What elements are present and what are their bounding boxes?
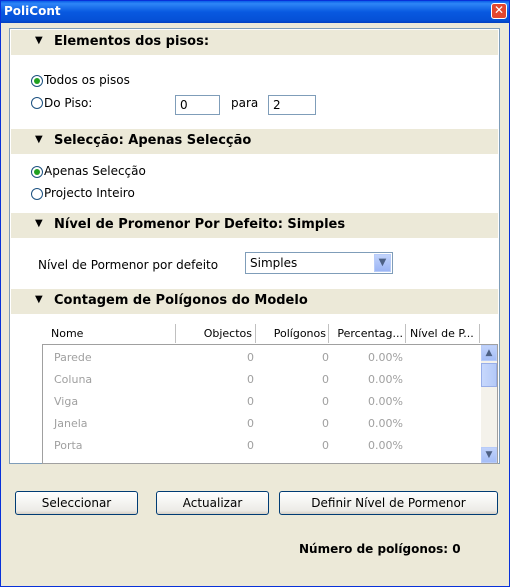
table-row[interactable]: Janela 0 0 0.00% <box>43 413 483 435</box>
whole-project-label: Projecto Inteiro <box>44 186 135 200</box>
column-header-name[interactable]: Nome <box>42 324 176 343</box>
radio-from-floor[interactable] <box>31 97 43 109</box>
cell-polygons: 0 <box>322 351 329 364</box>
cell-objects: 0 <box>247 439 254 452</box>
section-title-selection: Selecção: Apenas Selecção <box>54 133 252 148</box>
table-row[interactable]: Coluna 0 0 0.00% <box>43 369 483 391</box>
cell-objects: 0 <box>247 351 254 364</box>
column-header-polygons[interactable]: Polígonos <box>256 324 329 343</box>
policont-window: PoliCont ✕ ▼ Elementos dos pisos: Todos … <box>0 0 510 587</box>
polygon-count-list[interactable]: Parede 0 0 0.00% Coluna 0 0 0.00% Viga 0… <box>42 344 498 464</box>
table-row[interactable]: Porta 0 0 0.00% <box>43 435 483 457</box>
cell-name: Coluna <box>54 373 93 386</box>
cell-polygons: 0 <box>322 373 329 386</box>
section-title-detail: Nível de Promenor Por Defeito: Simples <box>54 217 346 232</box>
main-panel: ▼ Elementos dos pisos: Todos os pisos Do… <box>9 28 500 464</box>
cell-objects: 0 <box>247 395 254 408</box>
define-level-button[interactable]: Definir Nível de Pormenor <box>279 491 498 515</box>
update-button[interactable]: Actualizar <box>156 491 269 515</box>
close-button[interactable]: ✕ <box>491 3 507 19</box>
radio-all-floors[interactable] <box>31 75 43 87</box>
column-header-percent[interactable]: Percentag... <box>329 324 406 343</box>
cell-name: Parede <box>54 351 92 364</box>
section-header-floors[interactable]: ▼ Elementos dos pisos: <box>11 30 498 55</box>
all-floors-label: Todos os pisos <box>44 73 130 87</box>
table-row[interactable]: Parede 0 0 0.00% <box>43 347 483 369</box>
collapse-triangle-icon: ▼ <box>35 218 43 229</box>
chevron-down-icon: ▼ <box>485 450 493 460</box>
to-floor-input[interactable]: 2 <box>268 95 316 115</box>
cell-polygons: 0 <box>322 417 329 430</box>
column-header-objects[interactable]: Objectos <box>176 324 256 343</box>
cell-percent: 0.00% <box>368 417 403 430</box>
scroll-up-button[interactable]: ▲ <box>481 345 497 361</box>
section-title-count: Contagem de Polígonos do Modelo <box>54 293 308 308</box>
radio-whole-project[interactable] <box>31 188 43 200</box>
collapse-triangle-icon: ▼ <box>35 294 43 305</box>
section-header-detail[interactable]: ▼ Nível de Promenor Por Defeito: Simples <box>11 213 498 238</box>
radio-only-selection[interactable] <box>31 166 43 178</box>
collapse-triangle-icon: ▼ <box>35 134 43 145</box>
section-header-selection[interactable]: ▼ Selecção: Apenas Selecção <box>11 129 498 154</box>
to-label: para <box>231 96 259 110</box>
scroll-down-button[interactable]: ▼ <box>481 447 497 463</box>
detail-level-value: Simples <box>250 256 298 270</box>
close-icon: ✕ <box>493 3 505 17</box>
cell-percent: 0.00% <box>368 395 403 408</box>
title-bar[interactable]: PoliCont ✕ <box>1 1 509 23</box>
detail-level-label: Nível de Pormenor por defeito <box>38 258 219 272</box>
polygon-count-status: Número de polígonos: 0 <box>299 542 461 556</box>
cell-name: Viga <box>54 395 79 408</box>
cell-name: Janela <box>54 417 88 430</box>
cell-percent: 0.00% <box>368 373 403 386</box>
from-floor-input[interactable]: 0 <box>175 95 220 115</box>
vertical-scrollbar[interactable]: ▲ ▼ <box>481 345 497 463</box>
cell-polygons: 0 <box>322 395 329 408</box>
cell-objects: 0 <box>247 373 254 386</box>
cell-percent: 0.00% <box>368 351 403 364</box>
chevron-down-icon[interactable]: ▼ <box>374 254 391 272</box>
collapse-triangle-icon: ▼ <box>35 35 43 46</box>
detail-level-select[interactable]: Simples ▼ <box>245 252 393 274</box>
window-title: PoliCont <box>4 4 61 18</box>
select-button[interactable]: Seleccionar <box>15 491 138 515</box>
chevron-up-icon: ▲ <box>485 348 493 358</box>
section-header-count[interactable]: ▼ Contagem de Polígonos do Modelo <box>11 289 498 314</box>
scroll-thumb[interactable] <box>481 363 497 387</box>
cell-objects: 0 <box>247 417 254 430</box>
cell-polygons: 0 <box>322 439 329 452</box>
cell-percent: 0.00% <box>368 439 403 452</box>
table-row[interactable]: Viga 0 0 0.00% <box>43 391 483 413</box>
section-title-floors: Elementos dos pisos: <box>54 34 210 49</box>
only-selection-label: Apenas Selecção <box>44 164 146 178</box>
from-floor-label: Do Piso: <box>44 96 93 110</box>
column-header-level[interactable]: Nível de P... <box>406 324 480 343</box>
cell-name: Porta <box>54 439 83 452</box>
